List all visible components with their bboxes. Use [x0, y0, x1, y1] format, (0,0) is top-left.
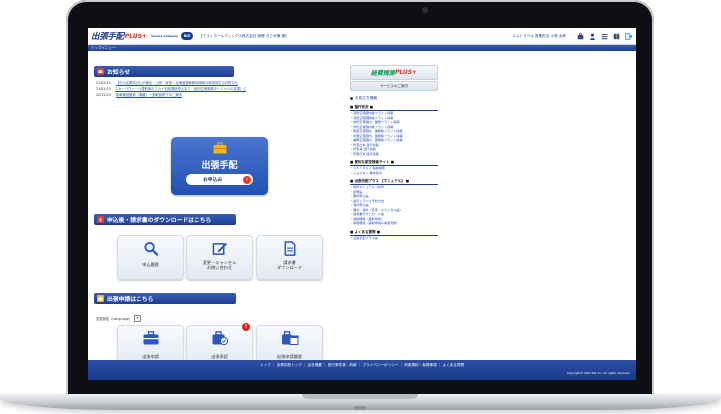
breadcrumb-home[interactable]: トップメニュー — [91, 46, 116, 51]
document-icon — [284, 241, 295, 256]
footer-links[interactable]: トップ ｜ 出張手配トップ ｜ 会社概要 ｜ 旅行条件書・約款 ｜ プライバシー… — [88, 360, 636, 368]
manual-group: ■ 出張手配プラス 【マニュアル】 ■ ・操作マニュアル（pdf） ・新規編 ・… — [350, 179, 438, 226]
laptop-notch — [302, 394, 418, 399]
briefcase-check-icon — [212, 331, 228, 345]
list-item[interactable]: ・出張手配プラス編 — [350, 236, 438, 241]
top-bar: 出張手配 PLUS+ Service Company BIZ 【テストホールディ… — [88, 28, 636, 45]
briefcase-icon — [97, 295, 104, 302]
useful-info-label: お役立ち情報 — [355, 96, 378, 100]
logo-plus: PLUS+ — [124, 32, 147, 40]
expense-logo-text: 経費精算 — [370, 70, 395, 77]
operation-status-group: ■ 運行状況 ■ ・羽田空港国内線フライト情報 ・羽田空港国際線フライト情報 ・… — [350, 105, 438, 156]
edit-icon — [212, 242, 227, 255]
expense-plus-banner[interactable]: 経費精算 PLUS+ — [350, 65, 438, 80]
logout-icon[interactable] — [625, 32, 632, 40]
change-cancel-tile[interactable]: 変更・キャンセル お問い合わせ — [186, 235, 253, 280]
apply-label: お申込み — [203, 178, 223, 183]
search-sites-group: ■ 便利な航空検索サイト ■ ・ＳＫＹＲＯ１ 路線検索 ・ジョルダン 乗換案内 — [350, 160, 438, 175]
alert-badge: ! — [242, 323, 250, 331]
right-panel: 経費精算 PLUS+ サービスのご案内 お役立ち情報 ■ 運行状況 ■ ・羽田空… — [350, 65, 438, 240]
travel-booking-button[interactable]: 出張手配 お申込み › — [171, 137, 268, 195]
faq-group: ■ よくある質問 ■ ・出張手配プラス編 — [350, 230, 438, 241]
list-item[interactable]: ・JR西日本 運行情報 — [350, 152, 438, 157]
news-header: お知らせ — [94, 66, 234, 77]
downloads-title: 申込後・請求書のダウンロードはこちら — [107, 218, 212, 224]
list-icon[interactable] — [601, 33, 608, 40]
search-icon — [143, 241, 158, 256]
history-label: 申込履歴 — [142, 262, 159, 267]
trip-request-label: 出張申請 — [142, 354, 159, 359]
list-item[interactable]: ・承認機能（事前申請＆承認判断） — [350, 221, 438, 226]
list-item[interactable]: 20/12/24 新幹線回数券（乗継）一部取扱終了のご案内 — [96, 92, 246, 98]
download-icon — [97, 216, 104, 223]
change-cancel-label: 変更・キャンセル お問い合わせ — [202, 260, 237, 271]
main-content: お知らせ 21/02/15 【中小企業向け】JR東北・山形・秋田・北海道新幹線利… — [88, 51, 636, 370]
user-name: エルトラベル 営業担当 小林 太郎 — [512, 33, 566, 38]
invoice-download-tile[interactable]: 請求書 ダウンロード — [256, 235, 323, 280]
expense-logo-plus: PLUS+ — [394, 69, 418, 76]
mail-icon — [97, 68, 104, 75]
company-name: 【テストホールディングス株式会社 総務 きさみ様 様】 — [199, 33, 289, 38]
help-icon[interactable]: ? — [613, 33, 620, 40]
briefcase-icon — [143, 331, 158, 345]
language-select[interactable]: 言語設定（Language） ▾ — [96, 314, 142, 322]
news-list: 21/02/15 【中小企業向け】JR東北・山形・秋田・北海道新幹線利用時の特別… — [96, 80, 246, 98]
downloads-header: 申込後・請求書のダウンロードはこちら — [94, 214, 236, 225]
logo-badge: BIZ — [181, 32, 194, 40]
list-item[interactable]: ・ジョルダン 乗換案内 — [350, 171, 438, 176]
approval-header: 出張申請はこちら — [94, 293, 236, 304]
person-icon[interactable] — [589, 33, 596, 40]
approval-title: 出張申請はこちら — [107, 297, 154, 303]
footer: トップ ｜ 出張手配トップ ｜ 会社概要 ｜ 旅行条件書・約款 ｜ プライバシー… — [88, 360, 636, 380]
app-logo[interactable]: 出張手配 PLUS+ Service Company BIZ — [91, 30, 194, 42]
history-tile[interactable]: 申込履歴 — [117, 235, 184, 280]
trip-history-label: 出張申請履歴 — [276, 354, 303, 359]
trip-approval-label: 出張承認 — [211, 354, 228, 359]
laptop-foot — [354, 406, 366, 410]
hero-title: 出張手配 — [201, 161, 238, 171]
briefcase-calendar-icon — [281, 331, 298, 345]
camera-icon — [422, 7, 428, 13]
news-title: お知らせ — [107, 70, 131, 76]
invoice-download-label: 請求書 ダウンロード — [276, 260, 303, 271]
screen: 出張手配 PLUS+ Service Company BIZ 【テストホールディ… — [88, 28, 636, 380]
apply-button[interactable]: お申込み › — [186, 174, 253, 185]
useful-info-heading: お役立ち情報 — [350, 96, 438, 101]
news-date: 20/12/24 — [96, 93, 111, 97]
copyright: Copyright© 2021 ELT Inc. All rights rese… — [566, 371, 630, 375]
logo-subtitle: Service Company — [150, 34, 179, 38]
bag-icon[interactable] — [577, 32, 584, 40]
service-guide-button[interactable]: サービスのご案内 — [350, 81, 438, 91]
arrow-right-icon: › — [243, 175, 251, 184]
chevron-down-icon[interactable]: ▾ — [134, 314, 142, 322]
bullet-icon — [350, 97, 353, 100]
briefcase-icon — [213, 142, 227, 154]
svg-text:?: ? — [615, 34, 618, 39]
news-link[interactable]: 新幹線回数券（乗継）一部取扱終了のご案内 — [116, 92, 182, 98]
language-label: 言語設定（Language） — [96, 316, 133, 321]
logo-text: 出張手配 — [91, 32, 124, 42]
